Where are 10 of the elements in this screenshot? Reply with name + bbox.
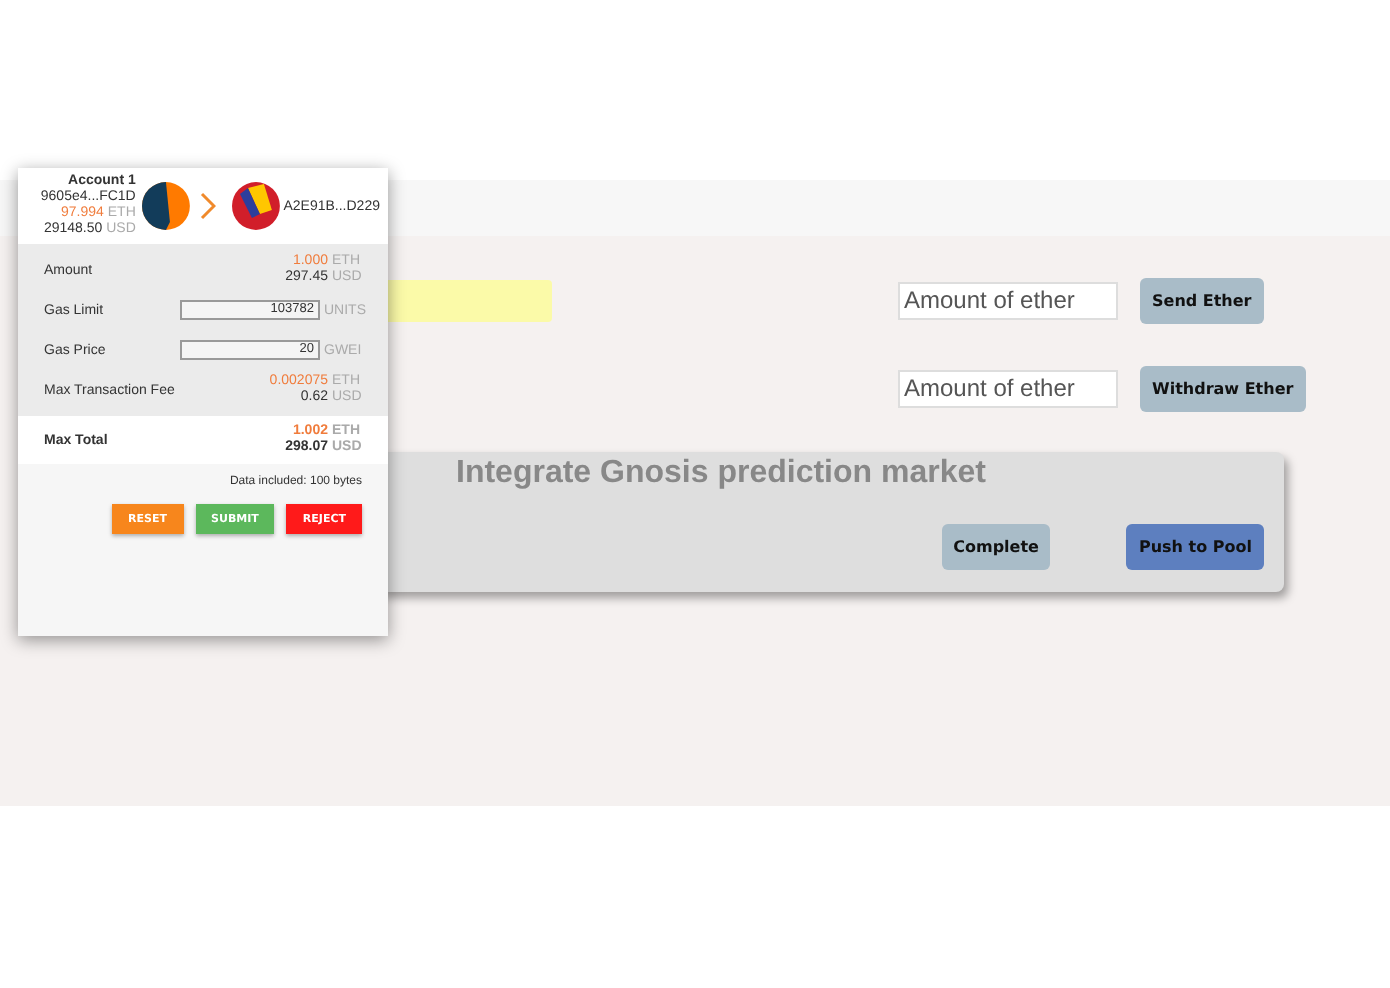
amount-input[interactable]: Amount of ether xyxy=(898,369,1118,407)
identicon-icon xyxy=(141,182,190,230)
card-button[interactable]: Push to Pool xyxy=(1126,524,1264,570)
action-button[interactable]: Withdraw Ether xyxy=(1140,365,1306,411)
action-button[interactable]: Send Ether xyxy=(1140,277,1264,323)
identicon-icon xyxy=(231,182,280,230)
card-button[interactable]: Complete xyxy=(941,524,1051,570)
card-title: Integrate Gnosis prediction market xyxy=(454,454,986,492)
chevron-right-icon xyxy=(199,192,216,220)
amount-input[interactable]: Amount of ether xyxy=(898,281,1118,319)
